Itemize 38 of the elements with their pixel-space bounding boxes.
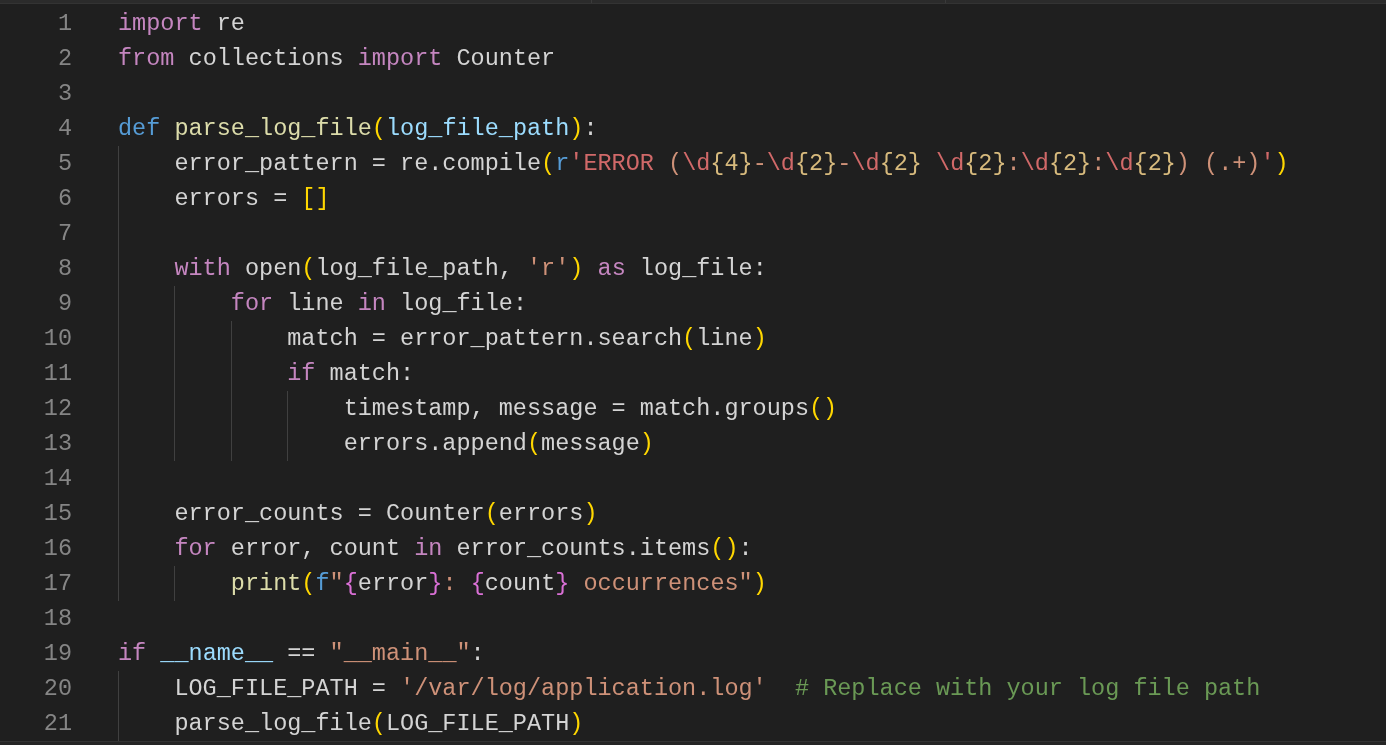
line-number: 18 [42, 603, 72, 634]
code-line: match = error_pattern.search(line) [286, 323, 767, 354]
line-number: 13 [42, 428, 72, 459]
line-number: 16 [42, 533, 72, 564]
code-line: parse_log_file(LOG_FILE_PATH) [173, 708, 584, 739]
code-line: from collections import Counter [118, 43, 556, 74]
code-line: for error, count in error_counts.items(): [173, 533, 753, 564]
code-line: timestamp, message = match.groups() [342, 393, 838, 424]
line-number: 17 [42, 568, 72, 599]
line-number: 21 [42, 708, 72, 739]
code-line: error_counts = Counter(errors) [173, 498, 598, 529]
line-number: 2 [56, 43, 72, 74]
line-number: 19 [42, 638, 72, 669]
line-number: 20 [42, 673, 72, 704]
line-number: 4 [56, 113, 72, 144]
line-number: 11 [42, 358, 72, 389]
line-number: 8 [56, 253, 72, 284]
code-line: LOG_FILE_PATH = '/var/log/application.log' # Replace with your log file path [173, 673, 1261, 704]
code-line: for line in log_file: [229, 288, 527, 319]
line-number: 9 [56, 288, 72, 319]
code-line: if __name__ == "__main__": [118, 638, 485, 669]
line-number: 10 [42, 323, 72, 354]
line-number: 7 [56, 218, 72, 249]
code-line: errors = [] [173, 183, 330, 214]
line-number: 14 [42, 463, 72, 494]
code-line: if match: [286, 358, 415, 389]
code-line: def parse_log_file(log_file_path): [118, 113, 598, 144]
code-line: print(f"{error}: {count} occurrences") [229, 568, 767, 599]
line-number: 12 [42, 393, 72, 424]
line-number: 15 [42, 498, 72, 529]
code-line: errors.append(message) [342, 428, 654, 459]
code-line: error_pattern = re.compile(r'ERROR (\d{4}-\d{2}-\d{2} \d{2}:\d{2}:\d{2}) (.+)') [173, 148, 1289, 179]
line-number: 5 [56, 148, 72, 179]
code-line: with open(log_file_path, 'r') as log_file: [173, 253, 767, 284]
line-number: 1 [56, 8, 72, 39]
code-line: import re [118, 8, 245, 39]
line-number: 6 [56, 183, 72, 214]
line-number: 3 [56, 78, 72, 109]
